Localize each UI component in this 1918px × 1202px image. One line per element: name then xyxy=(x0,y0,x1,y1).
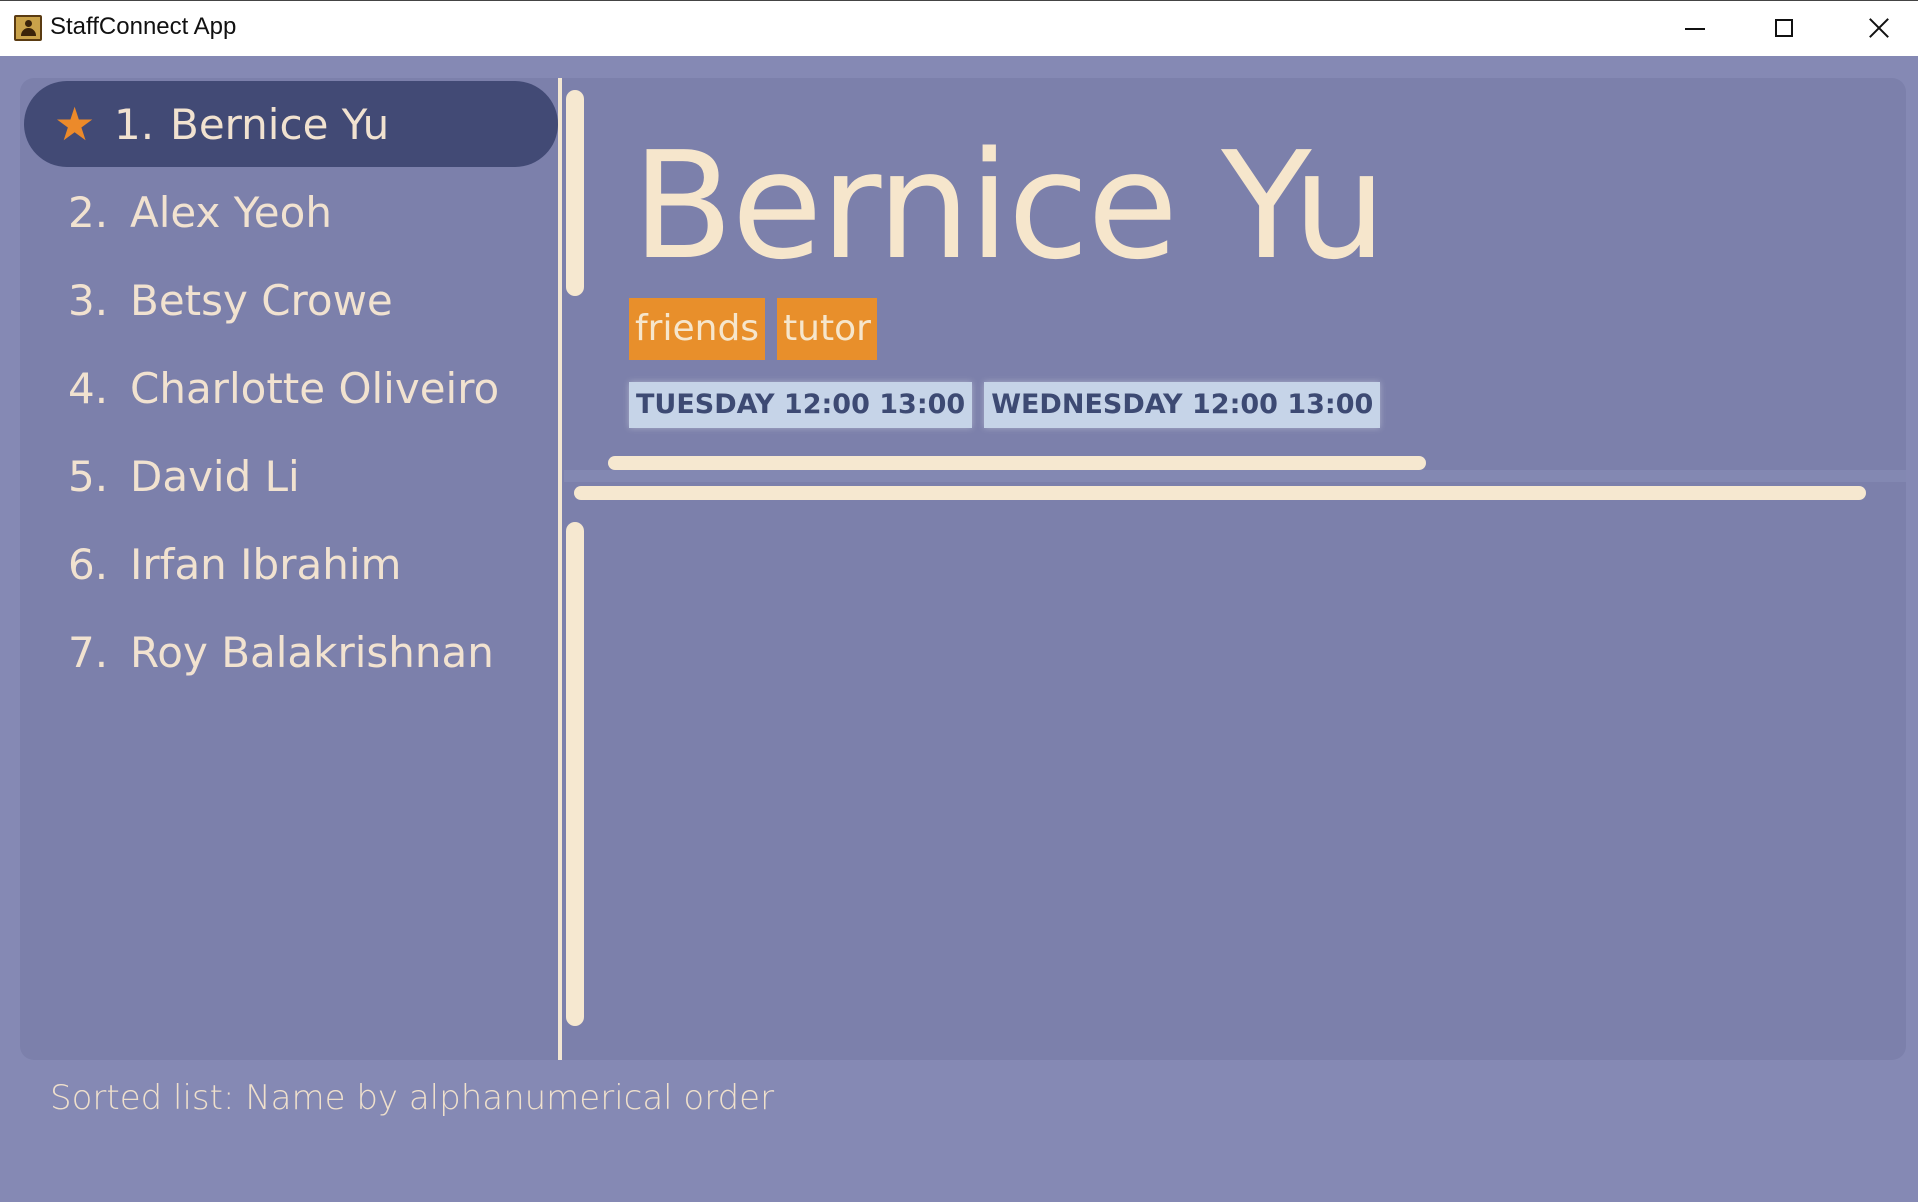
lower-scrollbar-horizontal[interactable] xyxy=(574,486,1866,500)
section-separator xyxy=(564,470,1906,482)
list-item[interactable]: 6. Irfan Ibrahim xyxy=(24,521,558,607)
close-button[interactable] xyxy=(1856,7,1902,51)
detail-scrollbar-horizontal[interactable] xyxy=(608,456,1426,470)
star-icon: ★ xyxy=(54,97,96,151)
availability-badge: TUESDAY 12:00 13:00 xyxy=(629,382,973,428)
list-item-name: David Li xyxy=(130,452,300,501)
tag: friends xyxy=(629,298,766,360)
list-item-name: Betsy Crowe xyxy=(130,276,393,325)
list-item-index: 6. xyxy=(68,540,109,589)
list-item[interactable]: 4. Charlotte Oliveiro xyxy=(24,345,558,431)
list-item-index: 4. xyxy=(68,364,109,413)
title-bar: StaffConnect App xyxy=(0,0,1918,56)
lower-scrollbar-vertical[interactable] xyxy=(566,522,584,1026)
list-item-index: 5. xyxy=(68,452,109,501)
list-item-name: Irfan Ibrahim xyxy=(130,540,402,589)
split-divider[interactable] xyxy=(558,78,562,1060)
list-item-index: 3. xyxy=(68,276,109,325)
tag: tutor xyxy=(777,298,877,360)
list-item[interactable]: 3. Betsy Crowe xyxy=(24,257,558,343)
list-item-index: 1. xyxy=(114,100,155,149)
status-bar: Sorted list: Name by alphanumerical orde… xyxy=(50,1078,775,1118)
tag-list: friends tutor xyxy=(629,298,877,360)
list-item[interactable]: ★ 1. Bernice Yu xyxy=(24,81,558,167)
list-item[interactable]: 2. Alex Yeoh xyxy=(24,169,558,255)
list-item-name: Charlotte Oliveiro xyxy=(130,364,500,413)
minimize-button[interactable] xyxy=(1672,7,1718,51)
detail-scrollbar-vertical[interactable] xyxy=(566,90,584,296)
maximize-button[interactable] xyxy=(1762,7,1808,51)
list-item-index: 2. xyxy=(68,188,109,237)
availability-badge: WEDNESDAY 12:00 13:00 xyxy=(984,382,1381,428)
list-item-name: Roy Balakrishnan xyxy=(130,628,494,677)
detail-name: Bernice Yu xyxy=(632,120,1386,292)
window-title: StaffConnect App xyxy=(50,13,237,40)
person-list: ★ 1. Bernice Yu 2. Alex Yeoh 3. Betsy Cr… xyxy=(20,78,560,1060)
availability-list: TUESDAY 12:00 13:00 WEDNESDAY 12:00 13:0… xyxy=(629,382,1381,428)
list-item[interactable]: 7. Roy Balakrishnan xyxy=(24,609,558,695)
main-panel: ★ 1. Bernice Yu 2. Alex Yeoh 3. Betsy Cr… xyxy=(20,78,1906,1060)
list-item[interactable]: 5. David Li xyxy=(24,433,558,519)
list-item-name: Alex Yeoh xyxy=(130,188,332,237)
contact-book-icon xyxy=(14,15,42,41)
list-item-index: 7. xyxy=(68,628,109,677)
list-item-name: Bernice Yu xyxy=(170,100,390,149)
